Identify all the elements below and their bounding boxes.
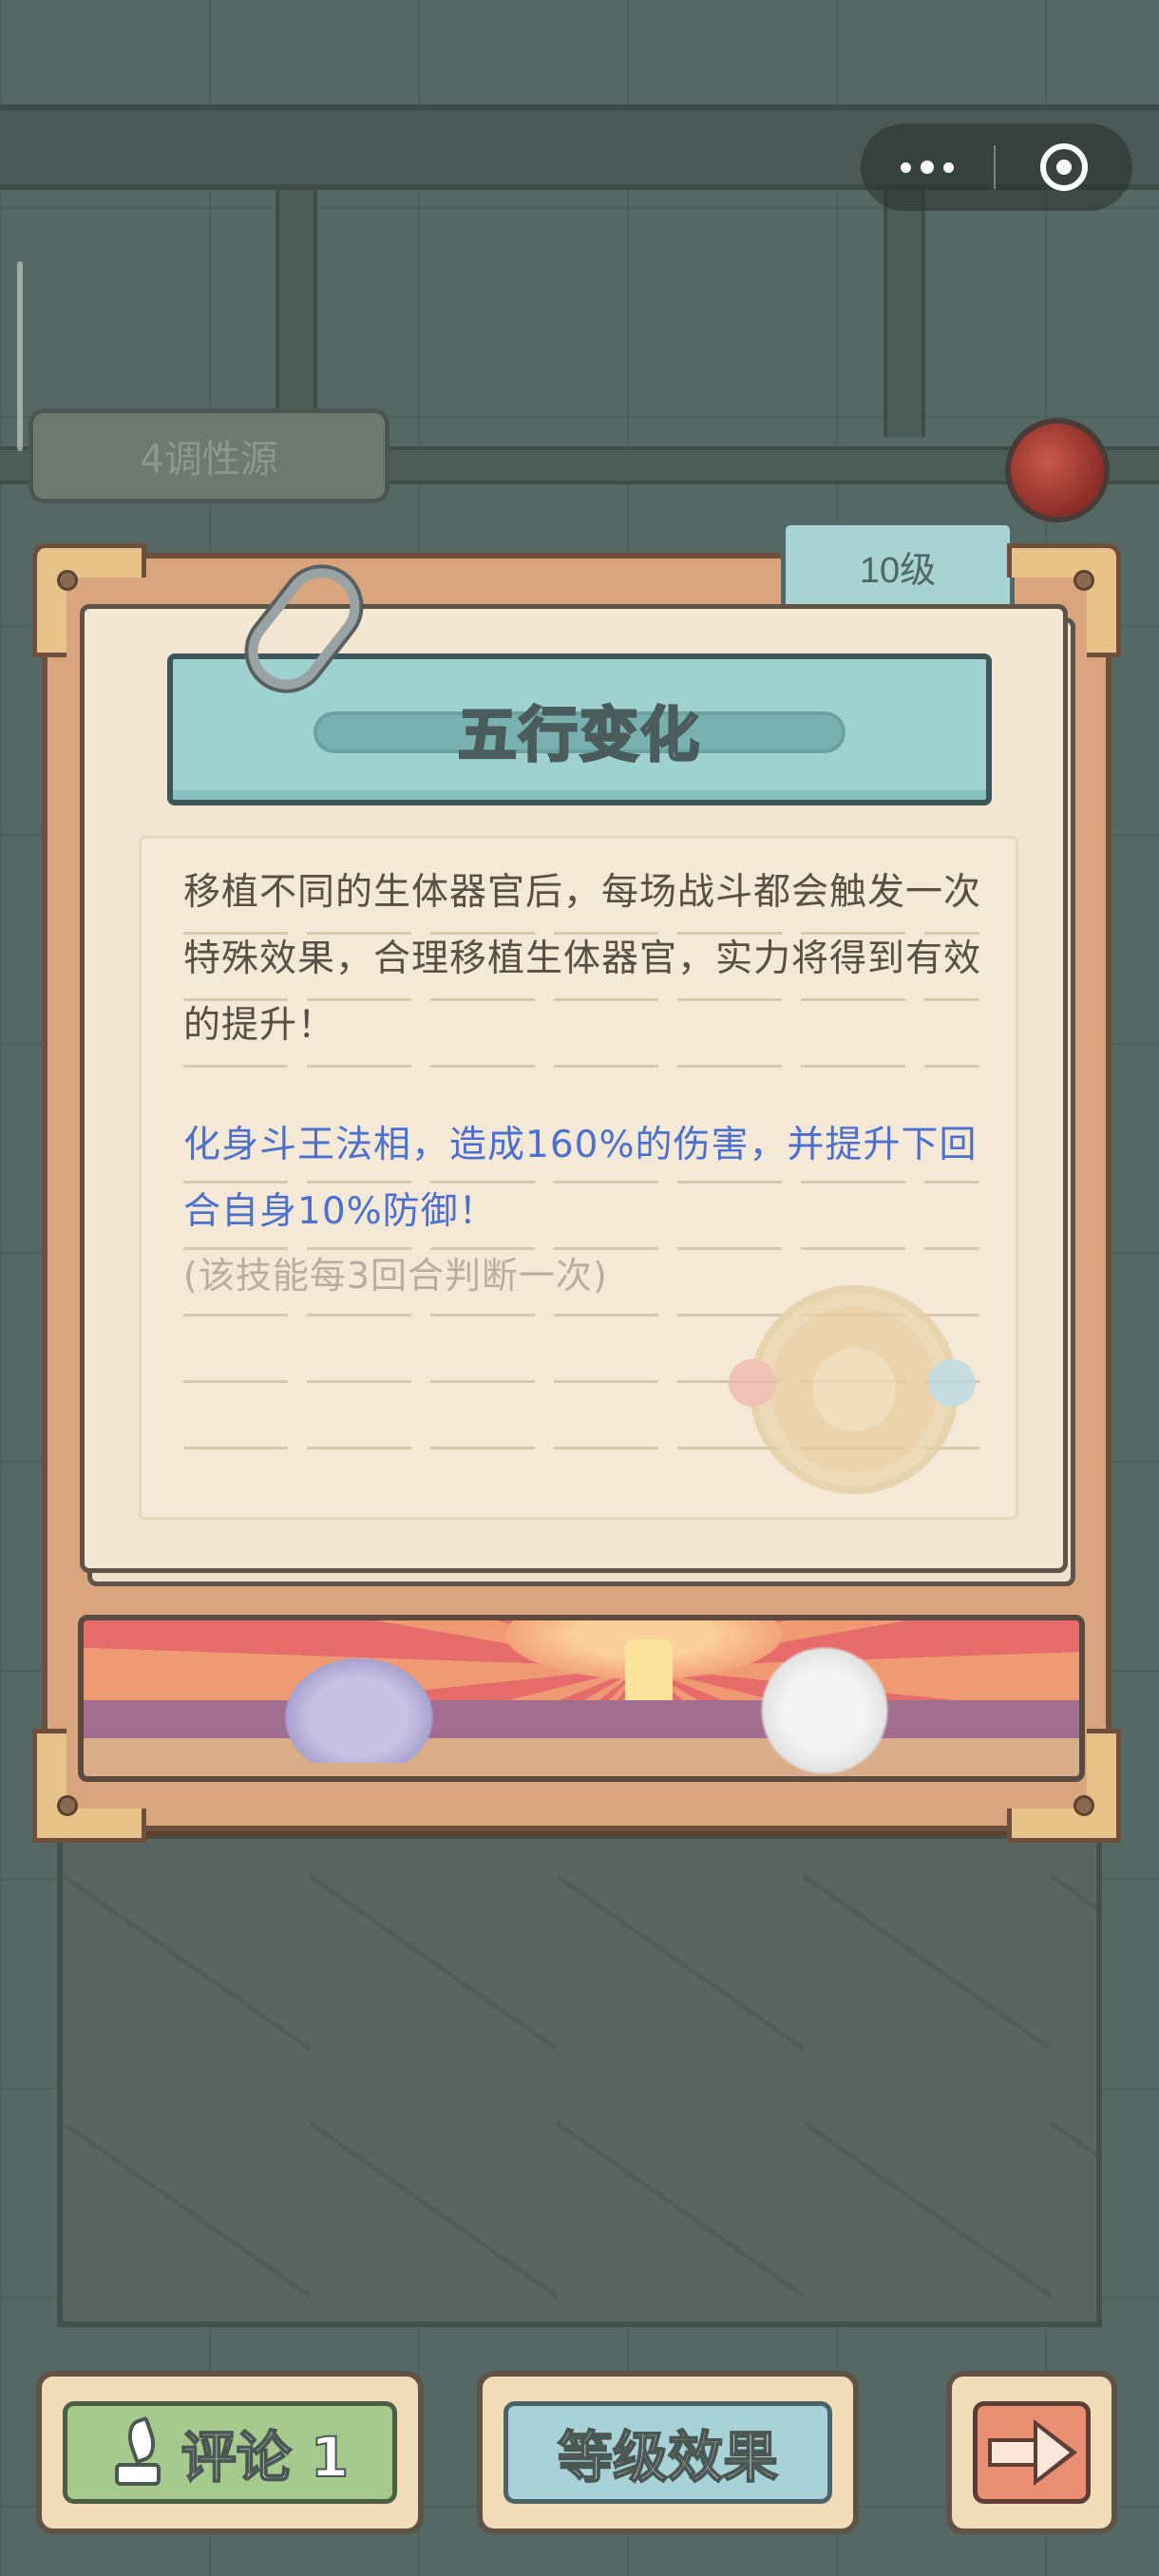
background-red-light (1005, 418, 1110, 522)
background-badge: 4调性源 (28, 408, 390, 503)
rivet (1074, 570, 1094, 591)
more-dots-icon[interactable] (861, 123, 994, 211)
skill-emblem-icon (729, 1285, 976, 1494)
skill-description: 移植不同的生体器官后，每场战斗都会触发一次特殊效果，合理移植生体器官，实力将得到… (183, 871, 982, 1047)
level-tab: 10级 (781, 521, 1015, 612)
skill-cooldown-note: (该技能每3回合判断一次) (183, 1255, 608, 1297)
rivet (57, 1795, 78, 1816)
next-button[interactable] (946, 2371, 1117, 2534)
description-box: 移植不同的生体器官后，每场战斗都会触发一次特殊效果，合理移植生体器官，实力将得到… (139, 836, 1018, 1520)
target-circle-icon (1040, 143, 1088, 191)
background-badge-text: 4调性源 (140, 438, 278, 482)
background-floor (57, 1833, 1102, 2327)
arrow-right-icon (984, 2419, 1079, 2486)
comment-button[interactable]: 评论 1 (36, 2371, 424, 2534)
miniprogram-capsule (861, 123, 1132, 211)
rivet (57, 570, 78, 591)
skill-effect-text: 化身斗王法相，造成160%的伤害，并提升下回合自身10%防御！ (183, 1124, 978, 1233)
smoke-sprite (739, 1639, 910, 1776)
comment-button-label: 评论 1 (180, 2424, 351, 2491)
level-effect-button[interactable]: 等级效果 (477, 2371, 859, 2534)
quill-pen-icon (111, 2415, 164, 2486)
background-pipe (276, 190, 317, 437)
background-pipe (884, 190, 925, 437)
dragon-sprite (274, 1649, 445, 1763)
battle-preview-scene (78, 1615, 1085, 1782)
close-miniprogram-button[interactable] (996, 143, 1132, 191)
level-label: 10级 (859, 550, 937, 591)
scroll-indicator (17, 261, 23, 451)
rivet (1074, 1795, 1094, 1816)
level-effect-button-label: 等级效果 (557, 2424, 779, 2491)
